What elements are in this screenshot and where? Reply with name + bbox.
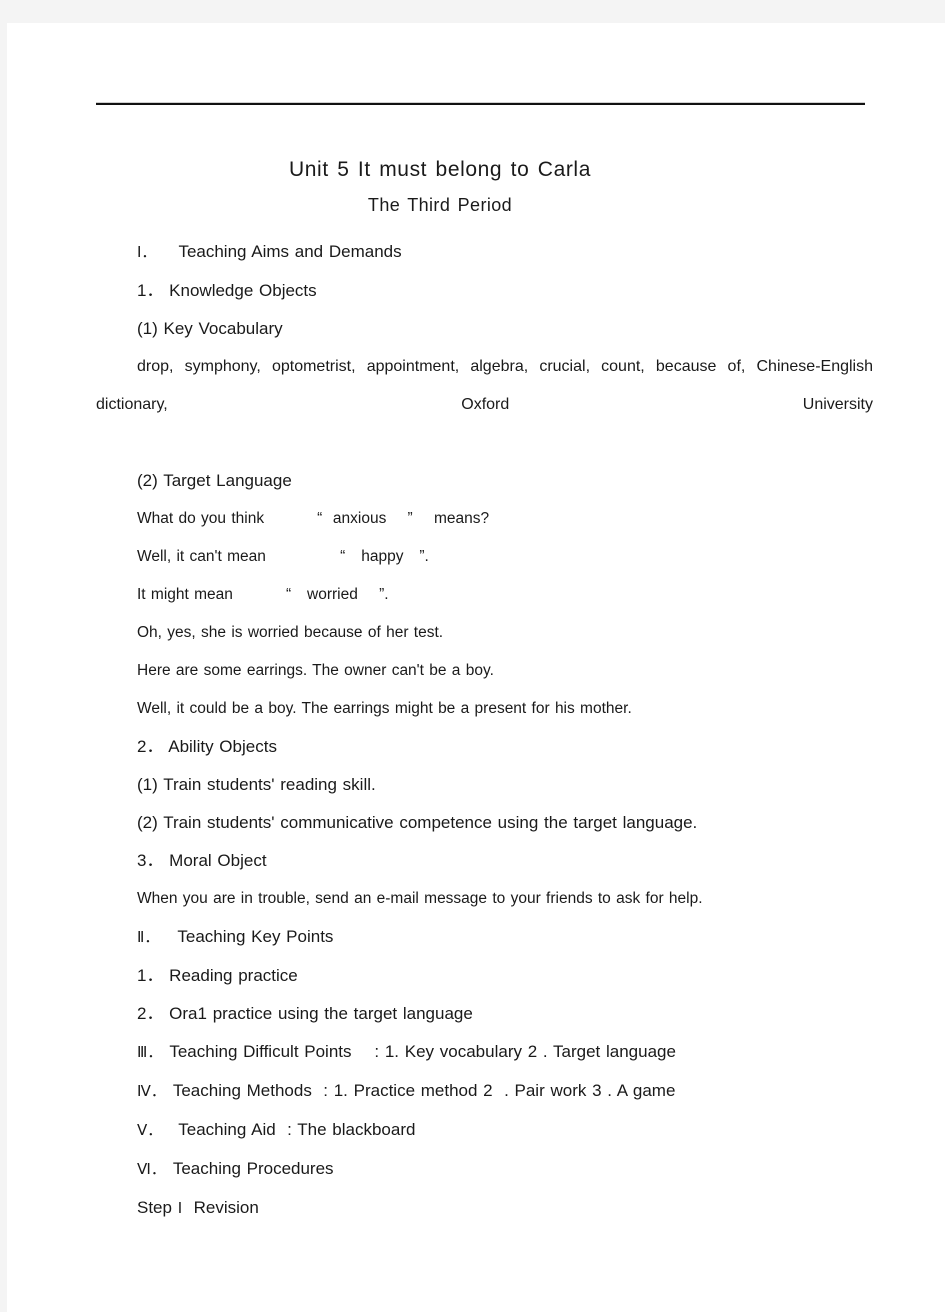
section-heading-key-points-text: Teaching Key Points bbox=[177, 927, 334, 946]
section-heading-teaching-methods-text: Teaching Methods : 1. Practice method 2 … bbox=[172, 1081, 676, 1100]
section-numeral-2: Ⅱ． bbox=[137, 930, 160, 946]
label-target-language: (2) Target Language bbox=[137, 471, 292, 490]
subsection-knowledge-objects: 1． Knowledge Objects bbox=[137, 281, 317, 300]
section-heading-teaching-procedures: Ⅵ． Teaching Procedures bbox=[7, 1150, 945, 1189]
step-one-heading: Step Ⅰ Revision bbox=[7, 1189, 945, 1228]
subsection-moral-object: 3． Moral Object bbox=[137, 851, 267, 870]
section-heading-teaching-methods: Ⅳ． Teaching Methods : 1. Practice method … bbox=[7, 1072, 945, 1111]
section-numeral-6: Ⅵ． bbox=[137, 1162, 166, 1178]
target-language-line: What do you think “ anxious ” means? bbox=[137, 510, 490, 527]
section-numeral-5: Ⅴ． bbox=[137, 1123, 163, 1139]
key-point-item: 2． Ora1 practice using the target langua… bbox=[137, 1004, 473, 1023]
section-numeral-3: Ⅲ． bbox=[137, 1045, 163, 1061]
section-heading-teaching-aims-text: Teaching Aims and Demands bbox=[178, 242, 402, 261]
moral-object-text: When you are in trouble, send an e-mail … bbox=[137, 890, 703, 907]
page-content-area: Unit 5 It must belong to Carla The Third… bbox=[7, 23, 945, 1312]
section-numeral-4: Ⅳ． bbox=[137, 1084, 166, 1100]
section-numeral-1: Ⅰ． bbox=[137, 245, 157, 261]
section-heading-difficult-points-text: Teaching Difficult Points : 1. Key vocab… bbox=[169, 1042, 676, 1061]
page-title: Unit 5 It must belong to Carla bbox=[289, 158, 591, 181]
label-key-vocabulary: (1) Key Vocabulary bbox=[137, 319, 283, 338]
step-one-text: Revision bbox=[182, 1198, 259, 1217]
step-one-prefix: Step bbox=[137, 1198, 178, 1217]
section-heading-teaching-aims: Ⅰ． Teaching Aims and Demands bbox=[7, 233, 945, 272]
document-page: Unit 5 It must belong to Carla The Third… bbox=[7, 23, 945, 1312]
ability-object-item: (1) Train students' reading skill. bbox=[137, 775, 376, 794]
target-language-line: It might mean “ worried ”. bbox=[137, 586, 389, 603]
header-divider-rule bbox=[96, 103, 865, 105]
ability-object-item: (2) Train students' communicative compet… bbox=[137, 813, 698, 832]
section-heading-teaching-aid: Ⅴ． Teaching Aid : The blackboard bbox=[7, 1111, 945, 1150]
document-body: Unit 5 It must belong to Carla The Third… bbox=[7, 155, 945, 1228]
target-language-line: Oh, yes, she is worried because of her t… bbox=[137, 624, 444, 641]
target-language-line: Well, it can't mean “ happy ”. bbox=[137, 548, 429, 565]
section-heading-key-points: Ⅱ． Teaching Key Points bbox=[7, 918, 945, 957]
key-vocabulary-list: drop, symphony, optometrist, appointment… bbox=[96, 358, 879, 413]
subsection-ability-objects: 2． Ability Objects bbox=[137, 737, 277, 756]
page-subtitle: The Third Period bbox=[367, 195, 513, 215]
section-heading-teaching-procedures-text: Teaching Procedures bbox=[172, 1159, 334, 1178]
section-heading-teaching-aid-text: Teaching Aid : The blackboard bbox=[178, 1120, 416, 1139]
section-heading-difficult-points: Ⅲ． Teaching Difficult Points : 1. Key voc… bbox=[7, 1033, 945, 1072]
key-point-item: 1． Reading practice bbox=[137, 966, 298, 985]
target-language-line: Here are some earrings. The owner can't … bbox=[137, 662, 494, 679]
target-language-line: Well, it could be a boy. The earrings mi… bbox=[137, 700, 632, 717]
